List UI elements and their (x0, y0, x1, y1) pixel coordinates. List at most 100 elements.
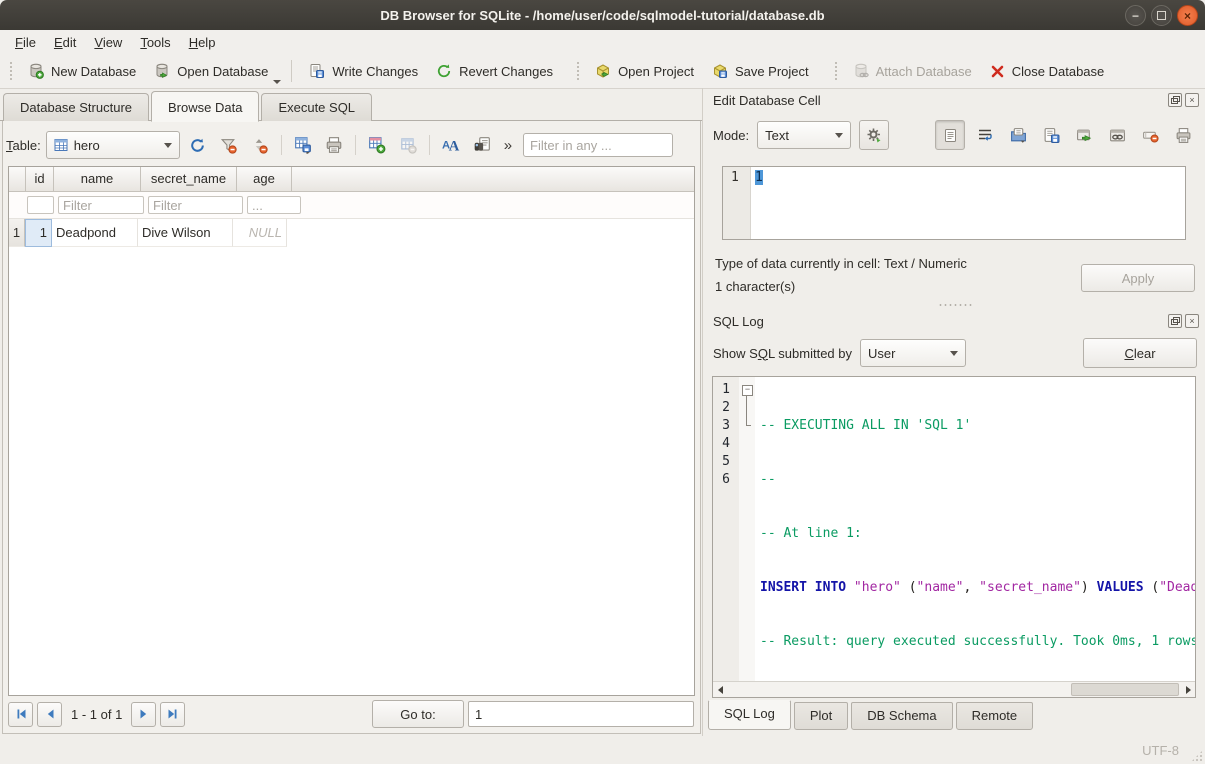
print-table-button[interactable] (321, 132, 347, 158)
toolbar-drag-handle[interactable] (576, 61, 581, 81)
last-page-button[interactable] (160, 702, 185, 727)
menu-tools[interactable]: Tools (131, 32, 179, 53)
apply-button[interactable]: Apply (1081, 264, 1195, 292)
column-header-age[interactable]: age (237, 167, 292, 191)
encoding-indicator[interactable]: UTF-8 (1142, 743, 1179, 758)
revert-changes-button[interactable]: Revert Changes (427, 58, 562, 84)
status-bar: UTF-8 (0, 736, 1205, 764)
minimize-button[interactable]: − (1125, 5, 1146, 26)
dock-tab-remote[interactable]: Remote (956, 702, 1034, 730)
dock-tab-sql-log[interactable]: SQL Log (708, 700, 791, 730)
goto-button[interactable]: Go to: (372, 700, 464, 728)
table-select[interactable]: hero (46, 131, 180, 159)
tab-database-structure[interactable]: Database Structure (3, 93, 149, 121)
previous-page-button[interactable] (37, 702, 62, 727)
refresh-button[interactable] (185, 132, 211, 158)
word-wrap-button[interactable] (972, 122, 998, 148)
float-dock-icon[interactable] (1168, 314, 1182, 328)
edit-cell-dock-titlebar: Edit Database Cell × (713, 91, 1199, 109)
mode-select[interactable]: Text (757, 121, 851, 149)
dock-tab-db-schema[interactable]: DB Schema (851, 702, 952, 730)
cell-editor[interactable]: 1 1 (722, 166, 1186, 240)
toolbar-overflow-chevron[interactable]: » (504, 137, 512, 154)
close-button[interactable]: × (1177, 5, 1198, 26)
word-wrap-icon (977, 127, 993, 143)
attach-database-label: Attach Database (876, 64, 972, 79)
clear-sort-icon (251, 137, 268, 154)
clear-sorting-button[interactable] (247, 132, 273, 158)
close-dock-icon[interactable]: × (1185, 314, 1199, 328)
scroll-left-arrow[interactable] (713, 683, 727, 697)
cell-editor-content[interactable]: 1 (755, 170, 763, 185)
open-database-button[interactable]: Open Database (145, 58, 277, 84)
import-data-button[interactable] (1005, 122, 1031, 148)
menu-file[interactable]: File (6, 32, 45, 53)
cell-id[interactable]: 1 (25, 219, 52, 247)
write-changes-button[interactable]: Write Changes (300, 58, 427, 84)
sql-source-select[interactable]: User (860, 339, 966, 367)
corner-header[interactable] (9, 167, 26, 191)
filter-input-id[interactable] (27, 196, 54, 214)
close-database-label: Close Database (1012, 64, 1105, 79)
menu-help[interactable]: Help (180, 32, 225, 53)
open-database-dropdown-caret[interactable] (273, 80, 281, 84)
first-page-button[interactable] (8, 702, 33, 727)
resize-grip[interactable] (1191, 750, 1203, 762)
scroll-right-arrow[interactable] (1181, 683, 1195, 697)
goto-record-input[interactable] (468, 701, 694, 727)
clear-log-button[interactable]: Clear (1083, 338, 1197, 368)
panel-splitter[interactable] (702, 88, 703, 736)
fold-collapse-icon[interactable] (742, 385, 753, 396)
filter-input-name[interactable] (58, 196, 144, 214)
toolbar-separator (429, 135, 430, 155)
maximize-button[interactable] (1151, 5, 1172, 26)
filter-any-column-input[interactable] (523, 133, 673, 157)
scrollbar-thumb[interactable] (1071, 683, 1179, 696)
column-header-id[interactable]: id (26, 167, 54, 191)
print-icon (325, 136, 343, 154)
close-dock-icon[interactable]: × (1185, 93, 1199, 107)
delete-record-button[interactable] (395, 132, 421, 158)
toolbar-drag-handle[interactable] (834, 61, 839, 81)
menu-edit[interactable]: Edit (45, 32, 85, 53)
open-project-button[interactable]: Open Project (586, 58, 703, 84)
sql-log-horizontal-scrollbar[interactable] (713, 681, 1195, 697)
cell-name[interactable]: Deadpond (52, 219, 138, 247)
insert-record-button[interactable] (364, 132, 390, 158)
export-data-button[interactable] (1038, 122, 1064, 148)
open-external-button[interactable] (1071, 122, 1097, 148)
tab-browse-data[interactable]: Browse Data (151, 91, 259, 122)
copy-link-button[interactable] (1104, 122, 1130, 148)
float-dock-icon[interactable] (1168, 93, 1182, 107)
row-header[interactable]: 1 (9, 219, 25, 247)
cell-age[interactable]: NULL (233, 219, 287, 247)
new-database-button[interactable]: New Database (19, 58, 145, 84)
toolbar-drag-handle[interactable] (9, 61, 14, 81)
filter-input-secret-name[interactable] (148, 196, 243, 214)
tab-execute-sql[interactable]: Execute SQL (261, 93, 372, 121)
column-header-name[interactable]: name (54, 167, 141, 191)
sql-log-text[interactable]: -- EXECUTING ALL IN 'SQL 1' -- -- At lin… (755, 377, 1195, 681)
refresh-icon (189, 137, 206, 154)
export-table-button[interactable] (290, 132, 316, 158)
text-mode-button[interactable] (935, 120, 965, 150)
filter-input-age[interactable] (247, 196, 301, 214)
next-page-button[interactable] (131, 702, 156, 727)
sql-log-fold-margin[interactable] (739, 377, 755, 681)
dock-splitter-handle[interactable] (705, 302, 1205, 308)
write-changes-icon (309, 63, 325, 79)
edit-display-format-button[interactable]: AA (438, 132, 464, 158)
cell-type-info: Type of data currently in cell: Text / N… (715, 256, 967, 271)
dock-tab-plot[interactable]: Plot (794, 702, 848, 730)
print-cell-button[interactable] (1170, 122, 1196, 148)
clear-filters-button[interactable] (216, 132, 242, 158)
column-header-secret-name[interactable]: secret_name (141, 167, 237, 191)
attach-database-button[interactable]: Attach Database (844, 58, 981, 84)
menu-view[interactable]: View (85, 32, 131, 53)
cell-secret-name[interactable]: Dive Wilson (138, 219, 233, 247)
save-project-button[interactable]: Save Project (703, 58, 818, 84)
find-in-table-button[interactable] (469, 132, 495, 158)
close-database-button[interactable]: Close Database (981, 59, 1114, 84)
auto-switch-mode-button[interactable] (859, 120, 889, 150)
set-null-button[interactable] (1137, 122, 1163, 148)
